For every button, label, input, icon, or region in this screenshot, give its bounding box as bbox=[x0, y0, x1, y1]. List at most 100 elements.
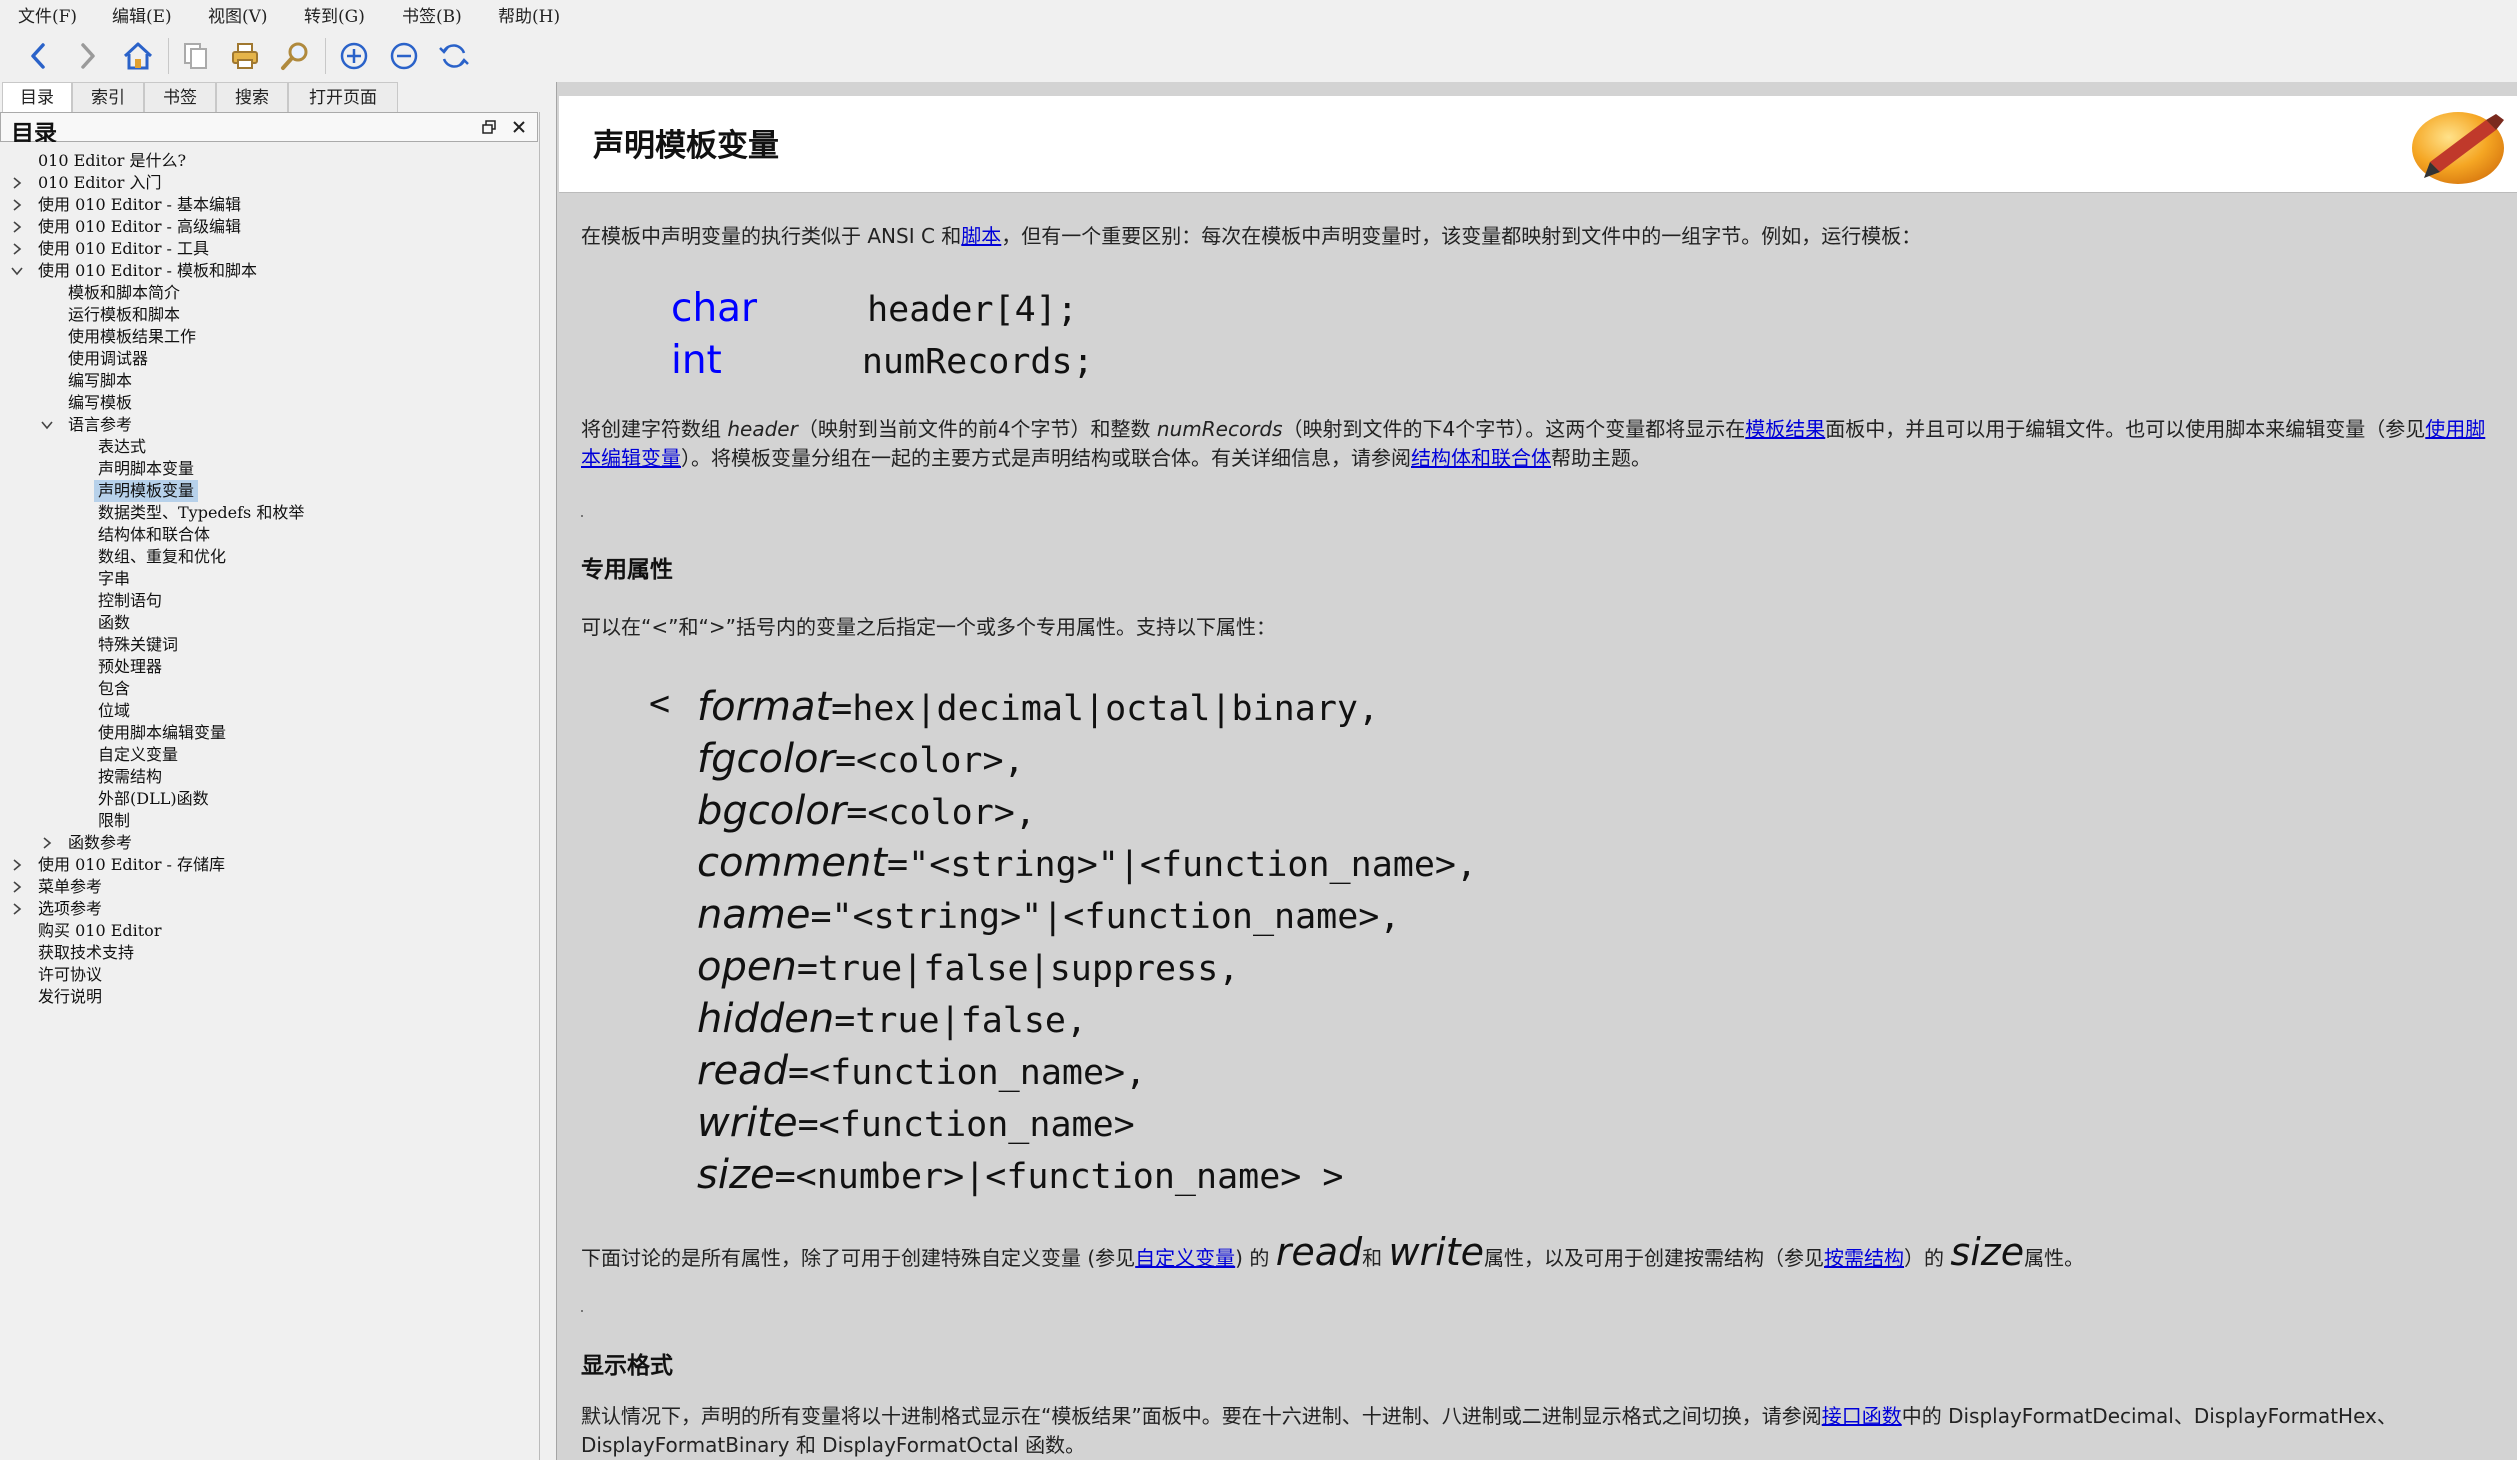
attribute-name: size bbox=[697, 1152, 775, 1198]
tree-item[interactable]: 使用 010 Editor - 高级编辑 bbox=[0, 216, 538, 238]
tree-item[interactable]: 函数 bbox=[0, 612, 538, 634]
section-display-format: 显示格式 bbox=[581, 1353, 673, 1379]
tree-item[interactable]: 菜单参考 bbox=[0, 876, 538, 898]
forward-arrow-icon[interactable] bbox=[68, 36, 108, 76]
refresh-icon[interactable] bbox=[434, 36, 474, 76]
chevron-right-icon[interactable] bbox=[10, 194, 24, 216]
tree-item[interactable]: 结构体和联合体 bbox=[0, 524, 538, 546]
close-icon[interactable] bbox=[509, 117, 529, 137]
link-structs-unions[interactable]: 结构体和联合体 bbox=[1411, 446, 1551, 470]
tree-item[interactable]: 特殊关键词 bbox=[0, 634, 538, 656]
code-line-char: char header[4]; bbox=[671, 286, 1078, 331]
tree-item[interactable]: 使用模板结果工作 bbox=[0, 326, 538, 348]
tree-item[interactable]: 函数参考 bbox=[0, 832, 538, 854]
tree-item[interactable]: 010 Editor 入门 bbox=[0, 172, 538, 194]
tree-item-label: 使用脚本编辑变量 bbox=[98, 723, 227, 742]
tree-item-label: 语言参考 bbox=[68, 415, 133, 434]
chevron-right-icon[interactable] bbox=[10, 854, 24, 876]
tree-item[interactable]: 购买 010 Editor bbox=[0, 920, 538, 942]
tree-item-label: 按需结构 bbox=[98, 767, 163, 786]
tree-item[interactable]: 表达式 bbox=[0, 436, 538, 458]
copy-page-icon[interactable] bbox=[175, 36, 215, 76]
title-banner: 声明模板变量 bbox=[559, 96, 2517, 193]
link-template-results[interactable]: 模板结果 bbox=[1745, 417, 1825, 441]
tree-item[interactable]: 使用 010 Editor - 工具 bbox=[0, 238, 538, 260]
tree-item[interactable]: 控制语句 bbox=[0, 590, 538, 612]
restore-icon[interactable] bbox=[479, 117, 499, 137]
zoom-in-icon[interactable] bbox=[334, 36, 374, 76]
link-interface-functions[interactable]: 接口函数 bbox=[1822, 1404, 1902, 1428]
chevron-down-icon[interactable] bbox=[10, 260, 24, 282]
menu-goto[interactable]: 转到(G) bbox=[304, 2, 365, 27]
tree-item[interactable]: 模板和脚本简介 bbox=[0, 282, 538, 304]
intro-text-1: 在模板中声明变量的执行类似于 ANSI C 和 bbox=[581, 224, 962, 248]
back-arrow-icon[interactable] bbox=[18, 36, 58, 76]
para2-italic-header: header bbox=[727, 417, 798, 441]
intro-paragraph: 在模板中声明变量的执行类似于 ANSI C 和脚本，但有一个重要区别：每次在模板… bbox=[581, 222, 1921, 251]
tree-item-label: 控制语句 bbox=[98, 591, 163, 610]
tab-index[interactable]: 索引 bbox=[72, 82, 144, 112]
link-edit-vars-script-b[interactable]: 本编辑变量 bbox=[581, 446, 681, 470]
tab-search[interactable]: 搜索 bbox=[216, 82, 288, 112]
chevron-right-icon[interactable] bbox=[10, 172, 24, 194]
tree-item[interactable]: 按需结构 bbox=[0, 766, 538, 788]
tree-item[interactable]: 预处理器 bbox=[0, 656, 538, 678]
tree-item[interactable]: 声明脚本变量 bbox=[0, 458, 538, 480]
chevron-right-icon[interactable] bbox=[10, 898, 24, 920]
chevron-right-icon[interactable] bbox=[40, 832, 54, 854]
link-custom-variables[interactable]: 自定义变量 bbox=[1135, 1246, 1235, 1270]
attribute-value: =<number>|<function_name> > bbox=[774, 1157, 1344, 1197]
tree-item[interactable]: 使用调试器 bbox=[0, 348, 538, 370]
tree-item[interactable]: 自定义变量 bbox=[0, 744, 538, 766]
tree-item[interactable]: 选项参考 bbox=[0, 898, 538, 920]
tree-item[interactable]: 声明模板变量 bbox=[0, 480, 538, 502]
link-scripts[interactable]: 脚本 bbox=[961, 224, 1001, 248]
tree-item[interactable]: 外部(DLL)函数 bbox=[0, 788, 538, 810]
para2-text-5: ）。将模板变量分组在一起的主要方式是声明结构或联合体。有关详细信息，请参阅 bbox=[681, 446, 1411, 470]
chevron-right-icon[interactable] bbox=[10, 238, 24, 260]
tree-item[interactable]: 使用 010 Editor - 基本编辑 bbox=[0, 194, 538, 216]
chevron-down-icon[interactable] bbox=[40, 414, 54, 436]
menu-help[interactable]: 帮助(H) bbox=[498, 2, 560, 27]
tree-item[interactable]: 010 Editor 是什么? bbox=[0, 150, 538, 172]
tab-contents[interactable]: 目录 bbox=[2, 82, 72, 114]
menu-file[interactable]: 文件(F) bbox=[18, 2, 77, 27]
menu-bookmarks[interactable]: 书签(B) bbox=[402, 2, 462, 27]
tree-item[interactable]: 数据类型、Typedefs 和枚举 bbox=[0, 502, 538, 524]
tree-item[interactable]: 位域 bbox=[0, 700, 538, 722]
print-icon[interactable] bbox=[225, 36, 265, 76]
tree-item-label: 函数参考 bbox=[68, 833, 133, 852]
tree-item[interactable]: 使用 010 Editor - 存储库 bbox=[0, 854, 538, 876]
attrs-open-bracket: < bbox=[649, 684, 671, 724]
zoom-out-icon[interactable] bbox=[384, 36, 424, 76]
link-on-demand-structures[interactable]: 按需结构 bbox=[1824, 1246, 1904, 1270]
tree-item[interactable]: 使用脚本编辑变量 bbox=[0, 722, 538, 744]
para2-text-1: 将创建字符数组 bbox=[581, 417, 728, 441]
tree-item[interactable]: 发行说明 bbox=[0, 986, 538, 1008]
tab-bookmarks[interactable]: 书签 bbox=[144, 82, 216, 112]
tree-item[interactable]: 编写脚本 bbox=[0, 370, 538, 392]
tree-item[interactable]: 许可协议 bbox=[0, 964, 538, 986]
tree-item[interactable]: 获取技术支持 bbox=[0, 942, 538, 964]
menu-edit[interactable]: 编辑(E) bbox=[112, 2, 172, 27]
tree-item-label: 包含 bbox=[98, 679, 131, 698]
tree-item[interactable]: 包含 bbox=[0, 678, 538, 700]
chevron-right-icon[interactable] bbox=[10, 216, 24, 238]
home-icon[interactable] bbox=[118, 36, 158, 76]
link-edit-vars-script-a[interactable]: 使用脚 bbox=[2425, 417, 2485, 441]
chevron-right-icon[interactable] bbox=[10, 876, 24, 898]
attribute-line: format=hex|decimal|octal|binary, bbox=[697, 684, 1379, 730]
tree-item[interactable]: 字串 bbox=[0, 568, 538, 590]
tree-item-label: 函数 bbox=[98, 613, 131, 632]
tree-item[interactable]: 编写模板 bbox=[0, 392, 538, 414]
tab-open-pages[interactable]: 打开页面 bbox=[288, 82, 398, 112]
tree-item[interactable]: 运行模板和脚本 bbox=[0, 304, 538, 326]
find-icon[interactable] bbox=[275, 36, 315, 76]
para2-text-4: 面板中，并且可以用于编辑文件。也可以使用脚本来编辑变量（参见 bbox=[1825, 417, 2426, 441]
tree-item[interactable]: 使用 010 Editor - 模板和脚本 bbox=[0, 260, 538, 282]
menu-view[interactable]: 视图(V) bbox=[208, 2, 268, 27]
tree-item[interactable]: 限制 bbox=[0, 810, 538, 832]
tree-item[interactable]: 语言参考 bbox=[0, 414, 538, 436]
contents-panel-header: 目录 bbox=[0, 112, 538, 147]
tree-item[interactable]: 数组、重复和优化 bbox=[0, 546, 538, 568]
